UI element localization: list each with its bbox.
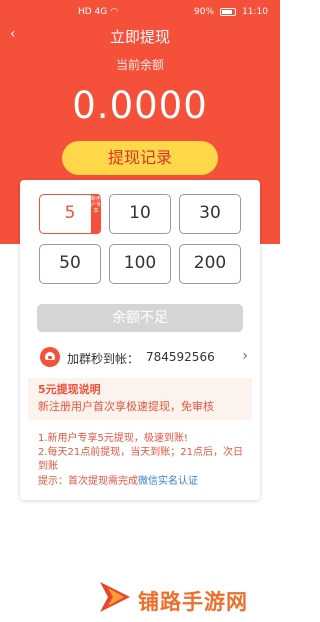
amount-value: 50 xyxy=(59,253,81,273)
new-user-tag: 新用户专享 xyxy=(91,194,101,234)
amount-option-30[interactable]: 30 xyxy=(179,194,241,234)
network-indicators: HD 4G ◠ xyxy=(78,7,118,17)
battery-percent: 90% xyxy=(194,7,215,17)
join-group-row[interactable]: 加群秒到帐： 784592566 › xyxy=(20,342,260,372)
wifi-icon: ◠ xyxy=(110,7,119,17)
amount-option-10[interactable]: 10 xyxy=(109,194,171,234)
watermark-logo-icon xyxy=(100,582,130,612)
info-title: 5元提现说明 xyxy=(38,383,101,396)
battery-icon xyxy=(220,8,237,16)
wechat-verify-link[interactable]: 微信实名认证 xyxy=(138,476,198,487)
chevron-right-icon: › xyxy=(242,348,248,364)
customer-service-icon xyxy=(40,347,60,367)
status-bar: HD 4G ◠ 90% 11:10 xyxy=(0,0,280,24)
withdraw-info-box: 5元提现说明 新注册用户首次享极速提现，免审核 xyxy=(28,378,252,420)
withdraw-card: 5 新用户专享 10 30 50 100 200 余额不足 加群秒到帐： 784… xyxy=(20,180,260,500)
amount-value: 10 xyxy=(129,203,151,223)
amount-option-50[interactable]: 50 xyxy=(39,244,101,284)
amount-value: 30 xyxy=(199,203,221,223)
amount-value: 200 xyxy=(193,253,227,273)
page-title: 立即提现 xyxy=(109,28,170,46)
amount-option-5[interactable]: 5 新用户专享 xyxy=(39,194,101,234)
insufficient-balance-button[interactable]: 余额不足 xyxy=(37,304,243,332)
status-right: 90% 11:10 xyxy=(194,7,268,17)
balance-label: 当前余额 xyxy=(115,58,164,72)
amount-value: 100 xyxy=(123,253,157,273)
amount-option-200[interactable]: 200 xyxy=(179,244,241,284)
watermark: 铺路手游网 xyxy=(98,578,278,618)
note-line-2: 2.每天21点前提现，当天到账；21点后，次日到账 xyxy=(38,447,243,472)
amount-option-100[interactable]: 100 xyxy=(109,244,171,284)
balance-value: 0.0000 xyxy=(72,84,208,127)
group-label: 加群秒到帐： xyxy=(67,352,140,366)
hint-prefix: 提示：首次提现需完成 xyxy=(38,476,138,487)
verification-hint: 提示：首次提现需完成微信实名认证 xyxy=(38,472,198,487)
clock: 11:10 xyxy=(242,7,268,17)
withdraw-notes: 1.新用户专享5元提现，极速到账! 2.每天21点前提现，当天到账；21点后，次… xyxy=(38,432,248,474)
watermark-text: 铺路手游网 xyxy=(138,590,248,614)
info-body: 新注册用户首次享极速提现，免审核 xyxy=(38,400,214,413)
amount-value: 5 xyxy=(64,203,76,223)
note-line-1: 1.新用户专享5元提现，极速到账! xyxy=(38,433,188,444)
withdraw-record-button[interactable]: 提现记录 xyxy=(62,141,218,175)
group-number: 784592566 xyxy=(146,350,215,364)
network-label: HD 4G xyxy=(78,7,108,17)
